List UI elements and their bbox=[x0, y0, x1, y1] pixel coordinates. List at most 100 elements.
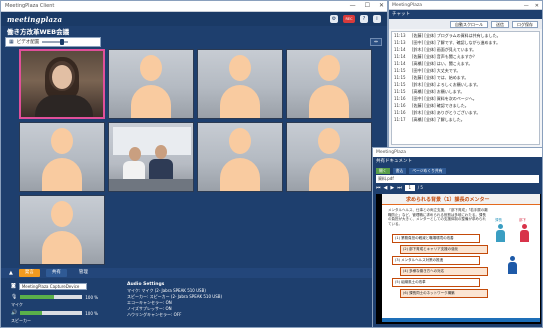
video-tile[interactable] bbox=[286, 49, 372, 119]
save-log-button[interactable]: ログ保存 bbox=[512, 20, 538, 28]
page-navigation: ⏮ ◀ ▶ ⏭ 1 / 5 bbox=[373, 183, 542, 192]
video-scene bbox=[198, 50, 282, 118]
tab-speak[interactable]: 発言 bbox=[18, 269, 40, 277]
video-tile[interactable] bbox=[197, 122, 283, 192]
speaker-level-meter[interactable] bbox=[20, 311, 83, 315]
chat-message: 11:15 [高橋] [全体] お願いします。 bbox=[392, 88, 539, 95]
video-tile[interactable] bbox=[108, 122, 194, 192]
video-tile[interactable] bbox=[286, 122, 372, 192]
settings-icon[interactable]: ⚙ bbox=[330, 15, 338, 23]
participant-figure bbox=[155, 145, 167, 159]
video-tile[interactable] bbox=[197, 49, 283, 119]
avatar-head bbox=[51, 201, 73, 227]
chat-message: 11:14 [鈴木] [全体] 画面が見えています。 bbox=[392, 46, 539, 53]
chat-text: [佐藤] [全体] 確認できました。 bbox=[412, 103, 469, 108]
info-icon[interactable]: i bbox=[373, 15, 381, 23]
chat-time: 11:14 bbox=[394, 47, 406, 52]
maximize-button[interactable]: ☐ bbox=[365, 2, 370, 9]
video-scene bbox=[198, 123, 282, 191]
video-scene bbox=[287, 123, 371, 191]
main-titlebar: MeetingPlaza Client — ☐ ✕ bbox=[1, 1, 387, 12]
figure-label: 部下 bbox=[519, 218, 526, 222]
chat-log[interactable]: 11:13 [佐藤] [全体] プログラムの資料は共有しました。 11:13 [田中]… bbox=[391, 31, 540, 145]
annotate-button[interactable]: 書込 bbox=[392, 167, 407, 174]
tab-manage[interactable]: 管理 bbox=[73, 269, 94, 277]
avatar-head bbox=[140, 55, 162, 81]
auto-scroll-button[interactable]: 自動スクロール bbox=[450, 20, 488, 28]
rec-icon[interactable]: REC bbox=[343, 15, 355, 23]
minimize-button[interactable]: — bbox=[350, 2, 356, 9]
close-button[interactable]: ✕ bbox=[379, 2, 384, 9]
speaker-label-row: スピーカー bbox=[11, 317, 31, 325]
chat-message: 11:15 [鈴木] [全体] よろしくお願いします。 bbox=[392, 81, 539, 88]
chat-window: MeetingPlaza — ✕ チャット 自動スクロール 送信 ログ保存 11… bbox=[388, 0, 543, 148]
chat-header: チャット bbox=[389, 10, 542, 19]
slide-body: メンタルヘルス、仕事との両立支援、「部下育成」「若手層の離職防止」など、管理職に… bbox=[388, 208, 488, 226]
page-number-input[interactable]: 1 bbox=[404, 184, 415, 191]
slide-box: (5) 組織風土の改革 bbox=[392, 278, 480, 287]
video-tile[interactable] bbox=[108, 49, 194, 119]
participant-avatar bbox=[42, 123, 82, 191]
minimize-button[interactable]: — bbox=[524, 2, 529, 11]
send-button[interactable]: 送信 bbox=[491, 20, 509, 28]
chat-time: 11:17 bbox=[394, 117, 406, 122]
camera-row: ◙ MeetingPlaza CaptureDevice bbox=[11, 282, 87, 290]
next-page-icon[interactable]: ▶ bbox=[390, 185, 394, 191]
help-icon[interactable]: ? bbox=[360, 15, 368, 23]
prev-page-icon[interactable]: ◀ bbox=[384, 185, 388, 191]
page-total: / 5 bbox=[417, 185, 423, 190]
mic-row: 🎙 100 % bbox=[11, 293, 98, 301]
open-doc-button[interactable]: 開く bbox=[376, 167, 390, 174]
participant-avatar bbox=[309, 123, 349, 191]
sync-page-button[interactable]: ページめくり共有 bbox=[409, 167, 446, 174]
participant-face bbox=[52, 65, 72, 89]
layout-control[interactable]: ▦ ビデオ配置 bbox=[5, 37, 101, 47]
chat-window-controls: — ✕ bbox=[524, 2, 539, 11]
person-figure-icon bbox=[508, 256, 517, 274]
chat-time: 11:13 bbox=[394, 40, 406, 45]
last-page-icon[interactable]: ⏭ bbox=[397, 185, 402, 191]
chat-message: 11:16 [佐藤] [全体] 確認できました。 bbox=[392, 102, 539, 109]
first-page-icon[interactable]: ⏮ bbox=[376, 185, 381, 191]
close-button[interactable]: ✕ bbox=[535, 2, 539, 11]
slide-page: 求められる背景（1）課長のメンター メンタルヘルス、仕事との両立支援、「部下育成… bbox=[382, 194, 540, 322]
layout-label: ビデオ配置 bbox=[16, 40, 40, 45]
participant-avatar bbox=[42, 196, 82, 264]
chat-text: [高橋] [全体] はい、聞こえます。 bbox=[412, 61, 473, 66]
camera-select[interactable]: MeetingPlaza CaptureDevice bbox=[18, 282, 87, 290]
speaker-row: 🔊 100 % bbox=[11, 309, 98, 317]
slider-knob[interactable] bbox=[60, 39, 65, 45]
chat-message: 11:16 [田中] [全体] 資料を次のページへ。 bbox=[392, 95, 539, 102]
device-settings: ◙ MeetingPlaza CaptureDevice 🎙 100 % マイク… bbox=[11, 282, 111, 326]
avatar-body bbox=[309, 85, 349, 118]
chat-message: 11:13 [田中] [全体] 了解です、確認しながら進めます。 bbox=[392, 39, 539, 46]
participant-avatar bbox=[220, 123, 260, 191]
doc-file-field[interactable]: 資料.pdf bbox=[376, 175, 539, 183]
figure-body bbox=[520, 230, 529, 242]
mic-level-value: 100 % bbox=[85, 294, 99, 300]
control-tab-bar: ▲ 発言 共有 管理 bbox=[1, 268, 387, 278]
layout-slider[interactable] bbox=[42, 39, 69, 45]
participant-body bbox=[123, 161, 145, 179]
chat-time: 11:13 bbox=[394, 33, 406, 38]
person-figure-icon bbox=[496, 224, 505, 242]
mic-label: マイク bbox=[11, 302, 23, 307]
tab-share[interactable]: 共有 bbox=[45, 269, 67, 277]
doc-window-title: MeetingPlaza bbox=[376, 150, 406, 155]
participant-avatar bbox=[309, 50, 349, 118]
video-tile[interactable] bbox=[19, 49, 105, 119]
swap-layout-button[interactable]: ⇔ bbox=[370, 38, 382, 46]
figure-body bbox=[508, 262, 517, 274]
speaker-label: スピーカー bbox=[11, 318, 31, 323]
audio-line: ハウリングキャンセラー: OFF bbox=[127, 312, 182, 317]
video-tile[interactable] bbox=[19, 122, 105, 192]
chat-time: 11:14 bbox=[394, 61, 406, 66]
video-tile[interactable] bbox=[19, 195, 105, 265]
mic-level-meter[interactable] bbox=[20, 295, 83, 299]
chat-text: [佐藤] [全体] では、始めます。 bbox=[412, 75, 469, 80]
avatar-head bbox=[229, 128, 251, 154]
person-figure-icon bbox=[520, 224, 529, 242]
figure-head bbox=[498, 224, 503, 229]
participant-body bbox=[149, 159, 173, 179]
chat-time: 11:15 bbox=[394, 89, 406, 94]
